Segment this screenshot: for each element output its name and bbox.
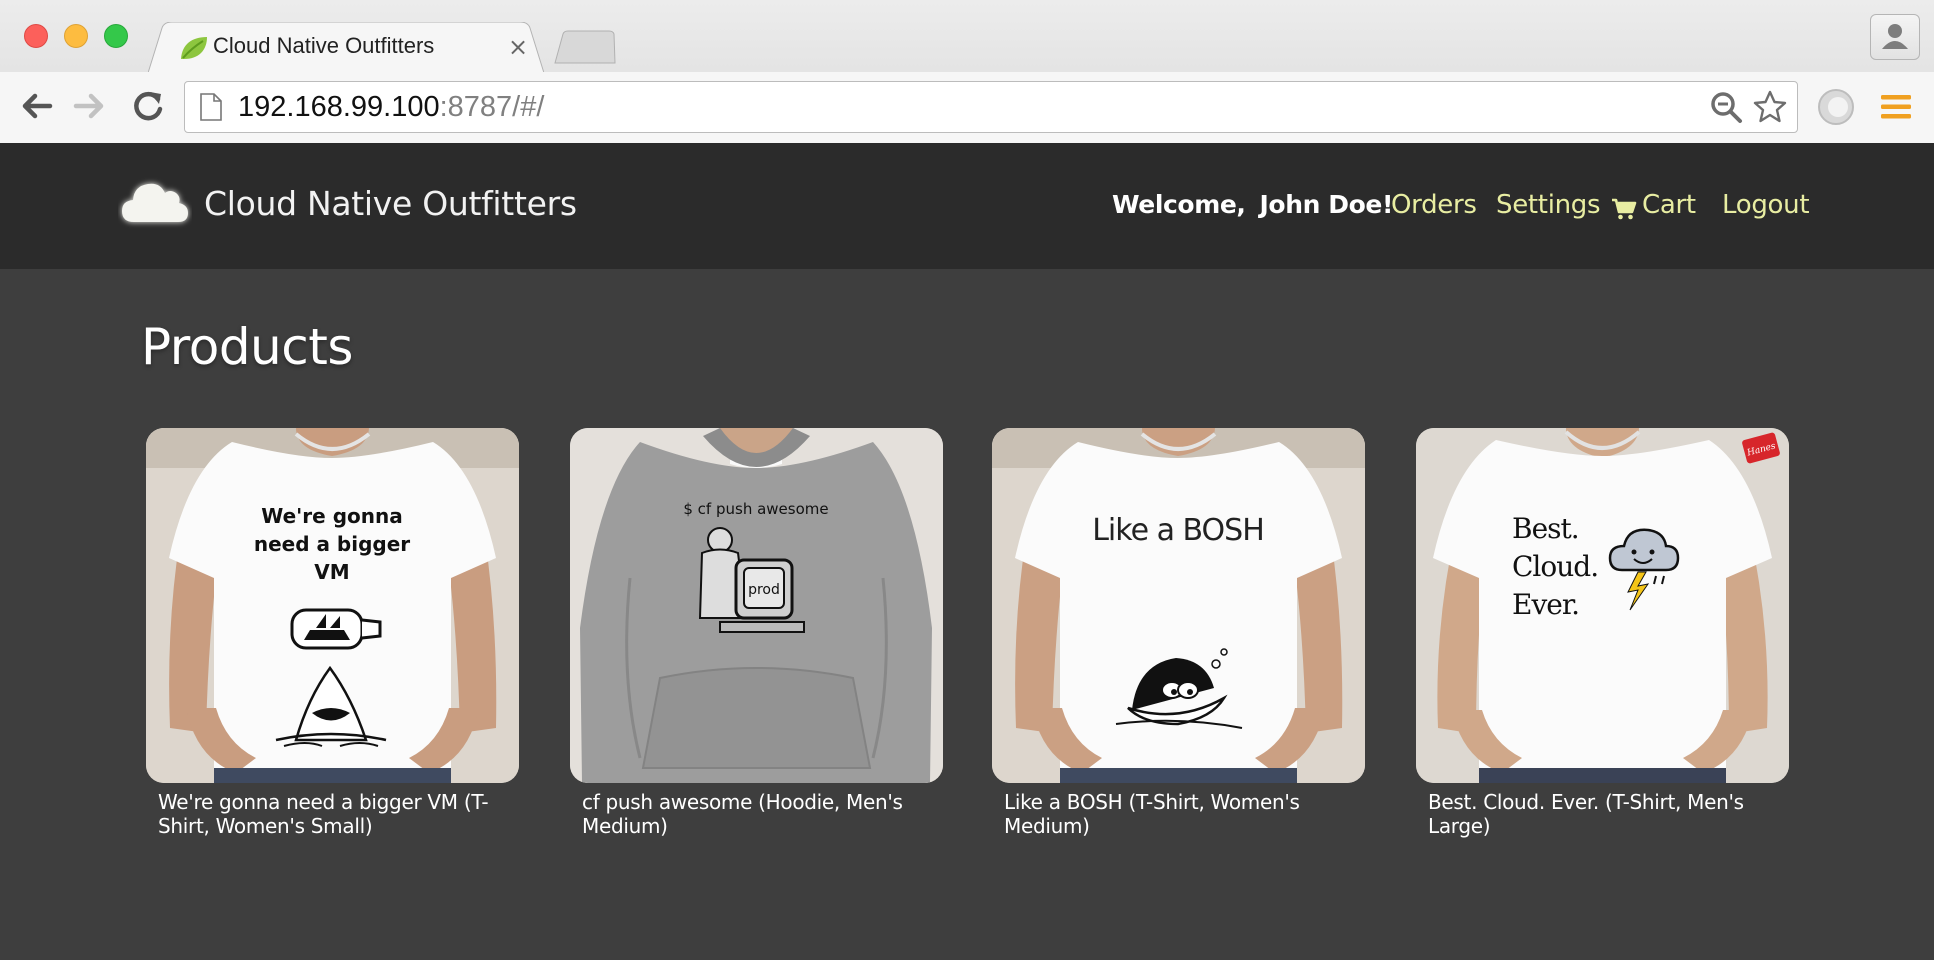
product-name[interactable]: Best. Cloud. Ever. (T-Shirt, Men's Large… bbox=[1428, 790, 1768, 838]
browser-menu-icon[interactable] bbox=[1880, 92, 1912, 122]
product-image[interactable]: Like a BOSH bbox=[992, 428, 1365, 783]
nav-cart-link[interactable]: Cart bbox=[1642, 190, 1696, 220]
close-window-button[interactable] bbox=[24, 24, 48, 48]
url-path: :8787/#/ bbox=[439, 91, 545, 123]
product-name[interactable]: cf push awesome (Hoodie, Men's Medium) bbox=[582, 790, 922, 838]
tab-close-icon[interactable]: × bbox=[508, 32, 528, 62]
cloud-logo-icon[interactable] bbox=[118, 174, 192, 232]
spring-leaf-icon bbox=[181, 37, 207, 59]
page-title: Products bbox=[141, 318, 353, 376]
print-line: Ever. bbox=[1512, 588, 1579, 621]
minimize-window-button[interactable] bbox=[64, 24, 88, 48]
nav-settings-link[interactable]: Settings bbox=[1496, 190, 1601, 220]
cart-icon[interactable] bbox=[1611, 197, 1637, 221]
forward-arrow-icon[interactable] bbox=[70, 86, 110, 126]
reload-icon[interactable] bbox=[128, 86, 168, 126]
product-image[interactable]: Hanes Best. Cloud. Ever. bbox=[1416, 428, 1789, 783]
print-line: prod bbox=[748, 582, 780, 598]
product-name[interactable]: We're gonna need a bigger VM (T-Shirt, W… bbox=[158, 790, 498, 838]
print-line: Best. bbox=[1512, 512, 1579, 545]
tab-title: Cloud Native Outfitters bbox=[213, 33, 435, 58]
print-line: $ cf push awesome bbox=[683, 500, 828, 518]
nav-logout-link[interactable]: Logout bbox=[1722, 190, 1810, 220]
print-line: need a bigger bbox=[254, 532, 410, 556]
url-host: 192.168.99.100 bbox=[238, 91, 440, 123]
product-image[interactable]: $ cf push awesome prod bbox=[570, 428, 943, 783]
print-line: We're gonna bbox=[261, 504, 402, 528]
zoom-window-button[interactable] bbox=[104, 24, 128, 48]
brand-name[interactable]: Cloud Native Outfitters bbox=[204, 184, 577, 223]
page-icon bbox=[200, 93, 222, 121]
product-image[interactable]: We're gonna need a bigger VM bbox=[146, 428, 519, 783]
welcome-label: Welcome, bbox=[1112, 190, 1246, 219]
url-text[interactable]: 192.168.99.100:8787/#/ bbox=[238, 87, 544, 127]
back-arrow-icon[interactable] bbox=[16, 86, 56, 126]
zoom-icon[interactable] bbox=[1708, 89, 1744, 125]
bookmark-star-icon[interactable] bbox=[1752, 89, 1788, 125]
print-line: Cloud. bbox=[1512, 550, 1598, 583]
new-tab-button[interactable] bbox=[553, 30, 617, 64]
print-line: VM bbox=[314, 560, 349, 584]
person-icon bbox=[1882, 24, 1908, 49]
welcome-message: Welcome, John Doe! bbox=[1112, 190, 1407, 219]
profile-button[interactable] bbox=[1870, 14, 1920, 60]
product-name[interactable]: Like a BOSH (T-Shirt, Women's Medium) bbox=[1004, 790, 1344, 838]
user-name: John Doe! bbox=[1259, 190, 1394, 219]
extension-icon[interactable] bbox=[1816, 87, 1856, 127]
print-line: Like a BOSH bbox=[1092, 513, 1264, 548]
nav-orders-link[interactable]: Orders bbox=[1391, 190, 1477, 220]
